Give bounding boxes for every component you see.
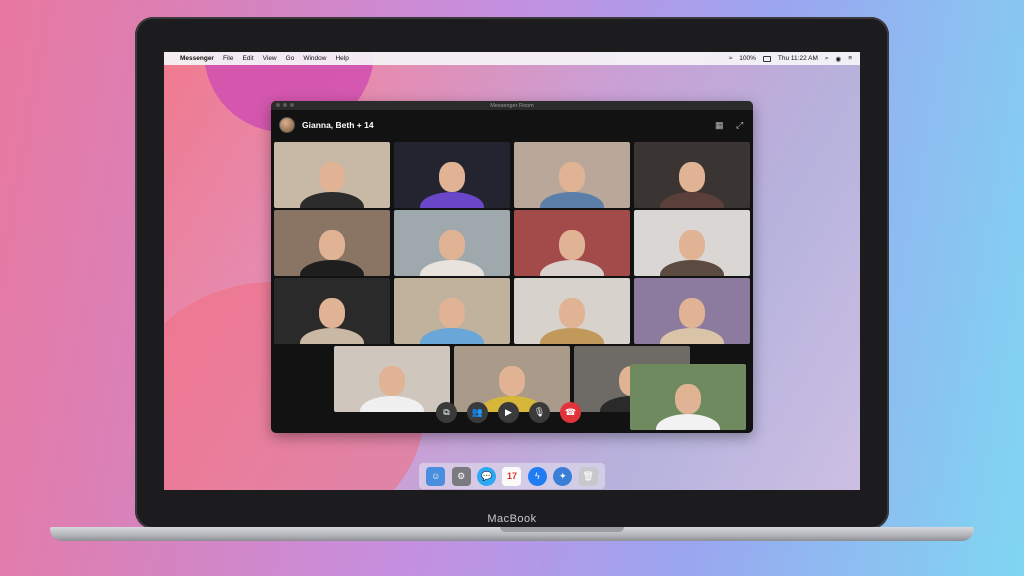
menu-file[interactable]: File: [223, 55, 233, 62]
participant-body: [660, 328, 724, 344]
participant-face: [379, 365, 405, 396]
notification-center-icon[interactable]: ≡: [848, 55, 852, 62]
trash-icon[interactable]: 🗑: [578, 466, 598, 486]
video-tile[interactable]: [630, 364, 746, 430]
participants-button[interactable]: 👥: [467, 402, 488, 423]
video-tile[interactable]: [334, 346, 450, 412]
video-tile[interactable]: [274, 278, 390, 344]
participant-face: [559, 229, 585, 260]
minimize-button[interactable]: [283, 103, 287, 107]
participant-body: [540, 260, 604, 276]
participant-face: [679, 161, 705, 192]
messages-icon[interactable]: 💬: [477, 466, 497, 486]
microphone-button[interactable]: 🎙: [529, 402, 550, 423]
participant-body: [300, 260, 364, 276]
participant-body: [540, 192, 604, 208]
end-call-button[interactable]: ☎: [560, 402, 581, 423]
dock: ☺ ⚙ 💬 17 ϟ ✦ 🗑: [419, 463, 605, 489]
battery-percent: 100%: [739, 55, 756, 62]
search-icon[interactable]: ⌕: [825, 55, 829, 63]
menu-view[interactable]: View: [263, 55, 277, 62]
menu-help[interactable]: Help: [335, 55, 348, 62]
participant-face: [439, 229, 465, 260]
status-area: ≈ 100% Thu 11:22 AM ⌕ ◉ ≡: [729, 55, 852, 63]
grid-view-icon[interactable]: ▦: [715, 120, 724, 130]
video-tile[interactable]: [394, 278, 510, 344]
video-tile[interactable]: [634, 210, 750, 276]
menu-go[interactable]: Go: [286, 55, 295, 62]
camera-button[interactable]: ▶: [498, 402, 519, 423]
microphone-icon: 🎙: [533, 407, 546, 417]
laptop-notch: [500, 527, 624, 532]
participant-body: [360, 396, 424, 412]
siri-icon[interactable]: ◉: [836, 55, 842, 63]
battery-icon[interactable]: [762, 55, 771, 62]
participant-face: [679, 297, 705, 328]
window-title: Messenger Room: [490, 102, 534, 109]
participant-body: [420, 328, 484, 344]
wifi-icon[interactable]: ≈: [729, 55, 733, 62]
participant-body: [300, 192, 364, 208]
calendar-date: 17: [506, 471, 517, 481]
participant-face: [559, 297, 585, 328]
video-tile[interactable]: [394, 210, 510, 276]
messenger-room-window: Messenger Room Gianna, Beth + 14 ▦ ⤢ ⧉ 👥…: [271, 101, 753, 433]
messenger-icon[interactable]: ϟ: [527, 466, 547, 486]
participant-body: [300, 328, 364, 344]
participant-face: [559, 161, 585, 192]
participant-body: [660, 192, 724, 208]
participant-body: [420, 192, 484, 208]
menu-window[interactable]: Window: [303, 55, 326, 62]
participant-face: [319, 297, 345, 328]
participant-body: [540, 328, 604, 344]
avatar: [279, 117, 295, 133]
participant-face: [679, 229, 705, 260]
video-tile[interactable]: [274, 142, 390, 208]
participant-face: [319, 229, 345, 260]
participant-body: [660, 260, 724, 276]
laptop-label: MacBook: [487, 513, 537, 525]
close-button[interactable]: [276, 103, 280, 107]
video-tile[interactable]: [514, 278, 630, 344]
video-tile[interactable]: [514, 210, 630, 276]
video-tile[interactable]: [634, 278, 750, 344]
laptop-base: [50, 527, 974, 541]
call-controls: ⧉ 👥 ▶ 🎙 ☎: [436, 402, 581, 423]
clock[interactable]: Thu 11:22 AM: [778, 55, 818, 62]
calendar-icon[interactable]: 17: [502, 466, 522, 486]
people-icon: 👥: [471, 407, 484, 417]
room-header: Gianna, Beth + 14 ▦ ⤢: [271, 110, 753, 140]
safari-icon[interactable]: ✦: [553, 466, 573, 486]
share-screen-icon: ⧉: [443, 407, 450, 417]
finder-icon[interactable]: ☺: [426, 466, 446, 486]
window-titlebar[interactable]: Messenger Room: [271, 101, 753, 110]
system-preferences-icon[interactable]: ⚙: [451, 466, 471, 486]
participant-face: [675, 383, 701, 414]
participant-face: [499, 365, 525, 396]
window-controls: [276, 103, 294, 107]
participant-face: [439, 161, 465, 192]
zoom-button[interactable]: [290, 103, 294, 107]
video-tile[interactable]: [634, 142, 750, 208]
video-tile[interactable]: [514, 142, 630, 208]
participant-body: [656, 414, 720, 430]
fullscreen-icon[interactable]: ⤢: [736, 120, 745, 130]
header-actions: ▦ ⤢: [715, 120, 745, 130]
participants-label[interactable]: Gianna, Beth + 14: [302, 120, 374, 130]
hang-up-icon: ☎: [564, 407, 577, 417]
share-screen-button[interactable]: ⧉: [436, 402, 457, 423]
menu-edit[interactable]: Edit: [242, 55, 253, 62]
participant-face: [439, 297, 465, 328]
camera-icon: ▶: [505, 407, 512, 417]
video-tile[interactable]: [394, 142, 510, 208]
participant-face: [319, 161, 345, 192]
menu-app-name[interactable]: Messenger: [180, 55, 214, 62]
video-tile[interactable]: [274, 210, 390, 276]
menu-bar: Messenger File Edit View Go Window Help …: [164, 52, 860, 65]
participant-body: [420, 260, 484, 276]
screen: Messenger File Edit View Go Window Help …: [164, 52, 860, 490]
